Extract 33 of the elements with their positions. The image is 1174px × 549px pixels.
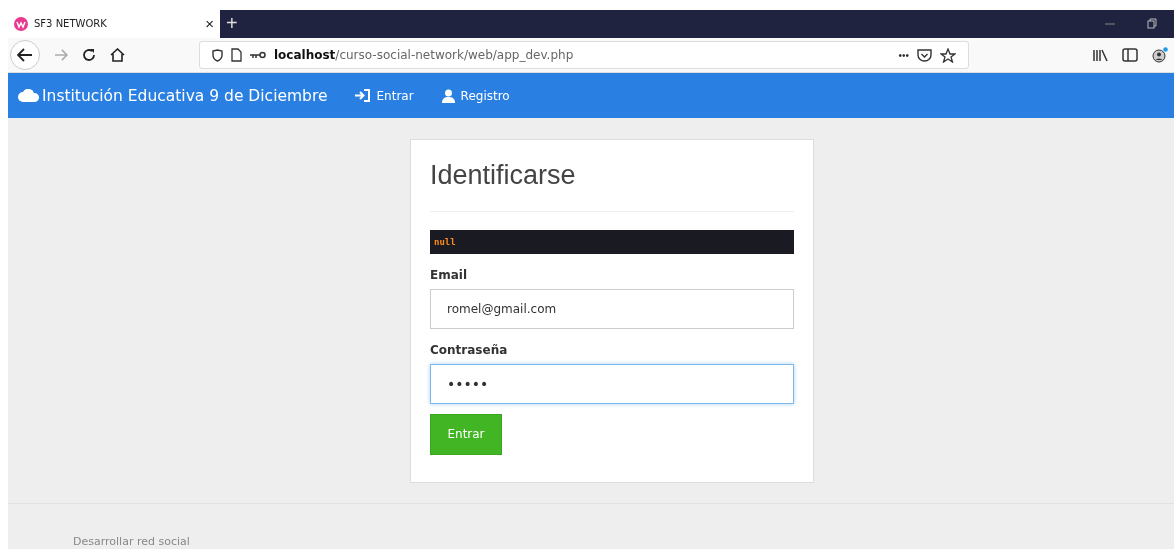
library-icon[interactable] bbox=[1092, 48, 1108, 62]
field-label: Email bbox=[430, 268, 469, 282]
star-icon[interactable] bbox=[940, 47, 956, 63]
debug-text: null bbox=[434, 237, 456, 247]
shield-icon[interactable] bbox=[212, 48, 223, 62]
url-text[interactable]: localhost/curso-social-network/web/app_dev.php bbox=[274, 48, 574, 63]
form-title: Identificarse bbox=[430, 160, 577, 192]
page-icon bbox=[231, 48, 242, 63]
new-tab-button[interactable]: + bbox=[226, 12, 238, 36]
email-field[interactable]: romel@gmail.com bbox=[430, 289, 794, 329]
password-field[interactable]: ••••• bbox=[430, 364, 794, 404]
pocket-icon[interactable] bbox=[917, 48, 932, 63]
register-link[interactable]: Registro bbox=[441, 88, 510, 103]
back-arrow-icon bbox=[17, 48, 33, 63]
back-button[interactable] bbox=[10, 40, 40, 71]
address-bar[interactable]: localhost/curso-social-network/web/app_dev.php ••• bbox=[199, 41, 969, 70]
reload-icon[interactable] bbox=[82, 48, 96, 63]
user-icon bbox=[441, 88, 455, 103]
home-icon[interactable] bbox=[110, 48, 125, 63]
cloud-icon bbox=[18, 89, 40, 103]
tab-title[interactable]: SF3 NETWORK bbox=[34, 18, 200, 30]
brand-link[interactable]: Institución Educativa 9 de Diciembre bbox=[42, 86, 328, 105]
login-icon bbox=[355, 89, 371, 103]
account-icon[interactable] bbox=[1152, 47, 1168, 64]
sidebar-icon[interactable] bbox=[1122, 48, 1138, 63]
restore-icon[interactable] bbox=[1146, 17, 1158, 30]
footer-text: Desarrollar red social bbox=[73, 535, 190, 548]
login-link[interactable]: Entrar bbox=[355, 88, 414, 103]
page-actions-button[interactable]: ••• bbox=[898, 49, 909, 61]
site-logo-icon bbox=[14, 16, 28, 31]
key-icon bbox=[250, 51, 266, 60]
close-tab-button[interactable]: × bbox=[205, 15, 214, 33]
field-label: Contraseña bbox=[430, 343, 509, 357]
